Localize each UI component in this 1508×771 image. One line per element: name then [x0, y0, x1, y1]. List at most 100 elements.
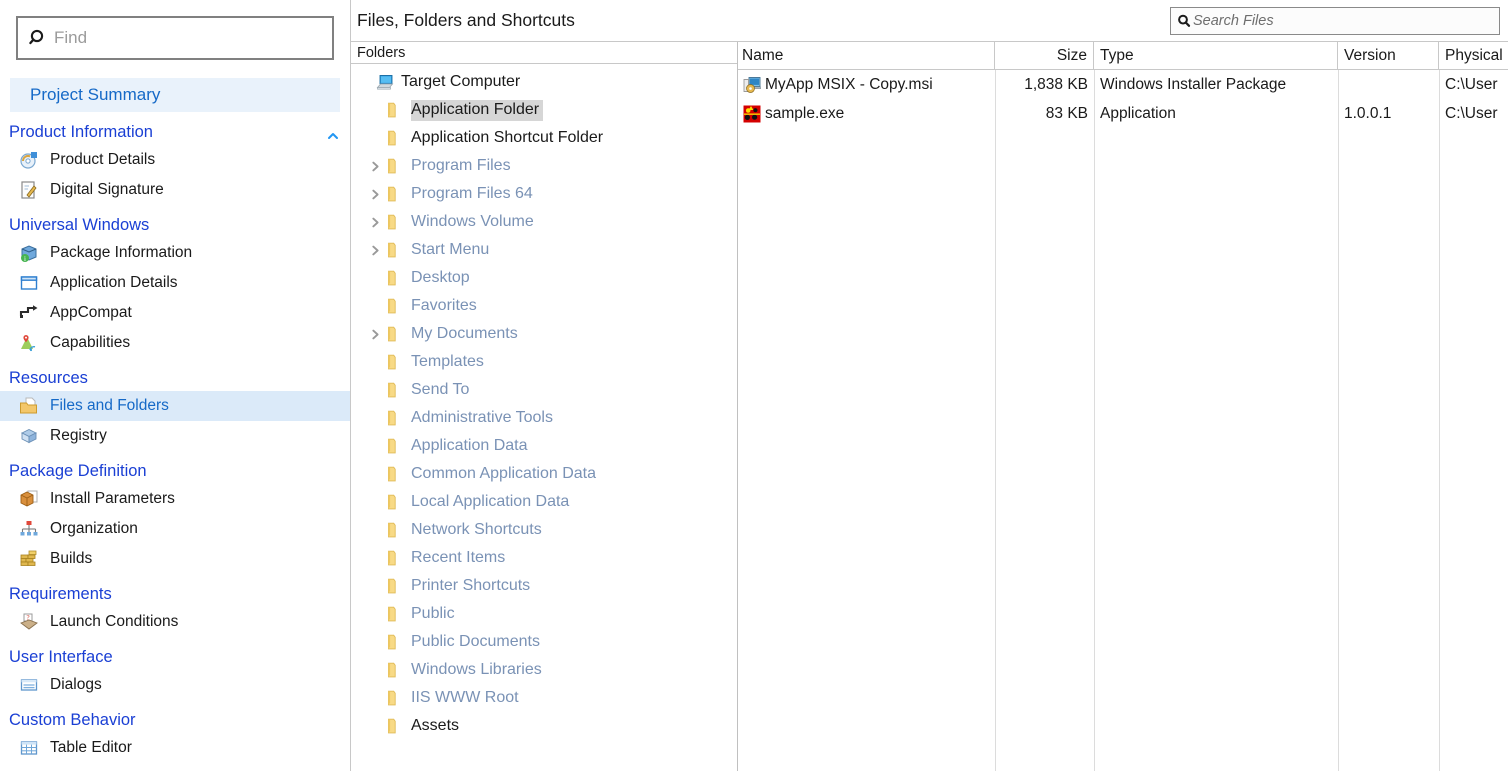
appcompat-icon — [18, 302, 40, 324]
file-name-label: sample.exe — [765, 104, 845, 122]
tree-node[interactable]: Templates — [351, 348, 737, 376]
sidebar-item-launch-conditions[interactable]: ? Launch Conditions — [0, 607, 350, 637]
tree-node[interactable]: Send To — [351, 376, 737, 404]
column-header-name[interactable]: Name — [738, 42, 995, 69]
cell-type-label: Application — [1100, 104, 1176, 122]
capabilities-icon — [18, 332, 40, 354]
tree-node[interactable]: Application Shortcut Folder — [351, 124, 737, 152]
builds-icon — [18, 548, 40, 570]
nav-group-title: Requirements — [9, 585, 112, 603]
sidebar-item-label: Digital Signature — [50, 181, 164, 198]
tree-node[interactable]: Local Application Data — [351, 488, 737, 516]
tree-node-label: Common Application Data — [411, 464, 596, 482]
tree-node[interactable]: Common Application Data — [351, 460, 737, 488]
sidebar-item-capabilities[interactable]: Capabilities — [0, 328, 350, 358]
nav-group-header-requirements[interactable]: Requirements — [0, 581, 350, 607]
cell-type: Windows Installer Package — [1094, 70, 1338, 99]
tree-node-label: Local Application Data — [411, 492, 570, 510]
nav-group-header-resources[interactable]: Resources — [0, 365, 350, 391]
folder-icon — [385, 689, 405, 707]
project-summary-item[interactable]: Project Summary — [10, 78, 340, 112]
files-list[interactable]: MyApp MSIX - Copy.msi 1,838 KB Windows Ins… — [738, 70, 1508, 771]
chevron-right-icon[interactable] — [365, 245, 385, 256]
tree-node[interactable]: Windows Libraries — [351, 656, 737, 684]
column-header-type[interactable]: Type — [1094, 42, 1338, 69]
sidebar-item-product-details[interactable]: Product Details — [0, 145, 350, 175]
column-divider-size-type[interactable] — [1094, 70, 1095, 771]
nav-group-header-custom-behavior[interactable]: Custom Behavior — [0, 707, 350, 733]
tree-node[interactable]: Administrative Tools — [351, 404, 737, 432]
table-row[interactable]: MyApp MSIX - Copy.msi 1,838 KB Windows Ins… — [738, 70, 1508, 99]
tree-node[interactable]: IIS WWW Root — [351, 684, 737, 712]
sidebar-item-application-details[interactable]: Application Details — [0, 268, 350, 298]
organization-icon — [18, 518, 40, 540]
tree-node[interactable]: My Documents — [351, 320, 737, 348]
tree-node[interactable]: Assets — [351, 712, 737, 740]
tree-node-label: Public Documents — [411, 632, 540, 650]
column-header-physical[interactable]: Physical — [1439, 42, 1508, 69]
table-row[interactable]: sample.exe 83 KB Application 1.0.0.1 C:\User — [738, 99, 1508, 128]
sidebar-item-files-and-folders[interactable]: Files and Folders — [0, 391, 350, 421]
nav-group-title: User Interface — [9, 648, 113, 666]
tree-node[interactable]: Favorites — [351, 292, 737, 320]
tree-node[interactable]: Windows Volume — [351, 208, 737, 236]
sidebar-item-package-information[interactable]: i Package Information — [0, 238, 350, 268]
tree-node-label: Send To — [411, 380, 470, 398]
folders-column-header[interactable]: Folders — [351, 42, 737, 64]
folders-tree[interactable]: Target Computer Application Folder Applica… — [351, 64, 737, 771]
find-input[interactable] — [54, 28, 324, 48]
chevron-right-icon[interactable] — [365, 217, 385, 228]
tree-node[interactable]: Network Shortcuts — [351, 516, 737, 544]
search-icon — [26, 26, 50, 50]
sidebar-item-label: Registry — [50, 427, 107, 444]
nav-group-header-product-information[interactable]: Product Information — [0, 119, 350, 145]
search-files-box[interactable] — [1170, 6, 1500, 35]
tree-node-label: Target Computer — [401, 72, 521, 90]
sidebar-item-appcompat[interactable]: AppCompat — [0, 298, 350, 328]
tree-node[interactable]: Program Files — [351, 152, 737, 180]
tree-node-label: Windows Libraries — [411, 660, 542, 678]
sidebar-item-organization[interactable]: Organization — [0, 514, 350, 544]
tree-node[interactable]: Desktop — [351, 264, 737, 292]
tree-node[interactable]: Application Folder — [351, 96, 737, 124]
chevron-up-icon[interactable] — [326, 125, 340, 139]
tree-node-label: Favorites — [411, 296, 477, 314]
sidebar-item-label: Dialogs — [50, 676, 102, 693]
tree-node-label: Application Folder — [411, 99, 544, 121]
tree-node[interactable]: Public — [351, 600, 737, 628]
tree-node[interactable]: Recent Items — [351, 544, 737, 572]
find-box[interactable] — [16, 16, 334, 60]
sidebar-item-digital-signature[interactable]: Digital Signature — [0, 175, 350, 205]
nav-group-header-user-interface[interactable]: User Interface — [0, 644, 350, 670]
column-header-size[interactable]: Size — [995, 42, 1094, 69]
column-divider-name-size[interactable] — [995, 70, 996, 771]
chevron-right-icon[interactable] — [365, 329, 385, 340]
tree-node[interactable]: Public Documents — [351, 628, 737, 656]
tree-node[interactable]: Program Files 64 — [351, 180, 737, 208]
sidebar-item-dialogs[interactable]: Dialogs — [0, 670, 350, 700]
folder-icon — [385, 325, 405, 343]
sidebar-item-builds[interactable]: Builds — [0, 544, 350, 574]
nav-group-header-package-definition[interactable]: Package Definition — [0, 458, 350, 484]
tree-node[interactable]: Application Data — [351, 432, 737, 460]
folder-icon — [385, 577, 405, 595]
folder-icon — [385, 717, 405, 735]
column-divider-version-physical[interactable] — [1439, 70, 1440, 771]
tree-node[interactable]: Start Menu — [351, 236, 737, 264]
column-divider-type-version[interactable] — [1338, 70, 1339, 771]
search-files-input[interactable] — [1193, 12, 1494, 29]
tree-node[interactable]: Printer Shortcuts — [351, 572, 737, 600]
chevron-right-icon[interactable] — [365, 161, 385, 172]
tree-node[interactable]: Target Computer — [351, 68, 737, 96]
product-details-icon — [18, 149, 40, 171]
sidebar-item-label: Install Parameters — [50, 490, 175, 507]
chevron-right-icon[interactable] — [365, 189, 385, 200]
sidebar-item-table-editor[interactable]: Table Editor — [0, 733, 350, 763]
files-pane: Name Size Type Version Physical MyApp MS… — [738, 42, 1508, 771]
tree-node-label: Program Files 64 — [411, 184, 533, 202]
nav-group-header-universal-windows[interactable]: Universal Windows — [0, 212, 350, 238]
sidebar-item-install-parameters[interactable]: Install Parameters — [0, 484, 350, 514]
column-header-label: Name — [742, 46, 784, 64]
column-header-version[interactable]: Version — [1338, 42, 1439, 69]
sidebar-item-registry[interactable]: Registry — [0, 421, 350, 451]
